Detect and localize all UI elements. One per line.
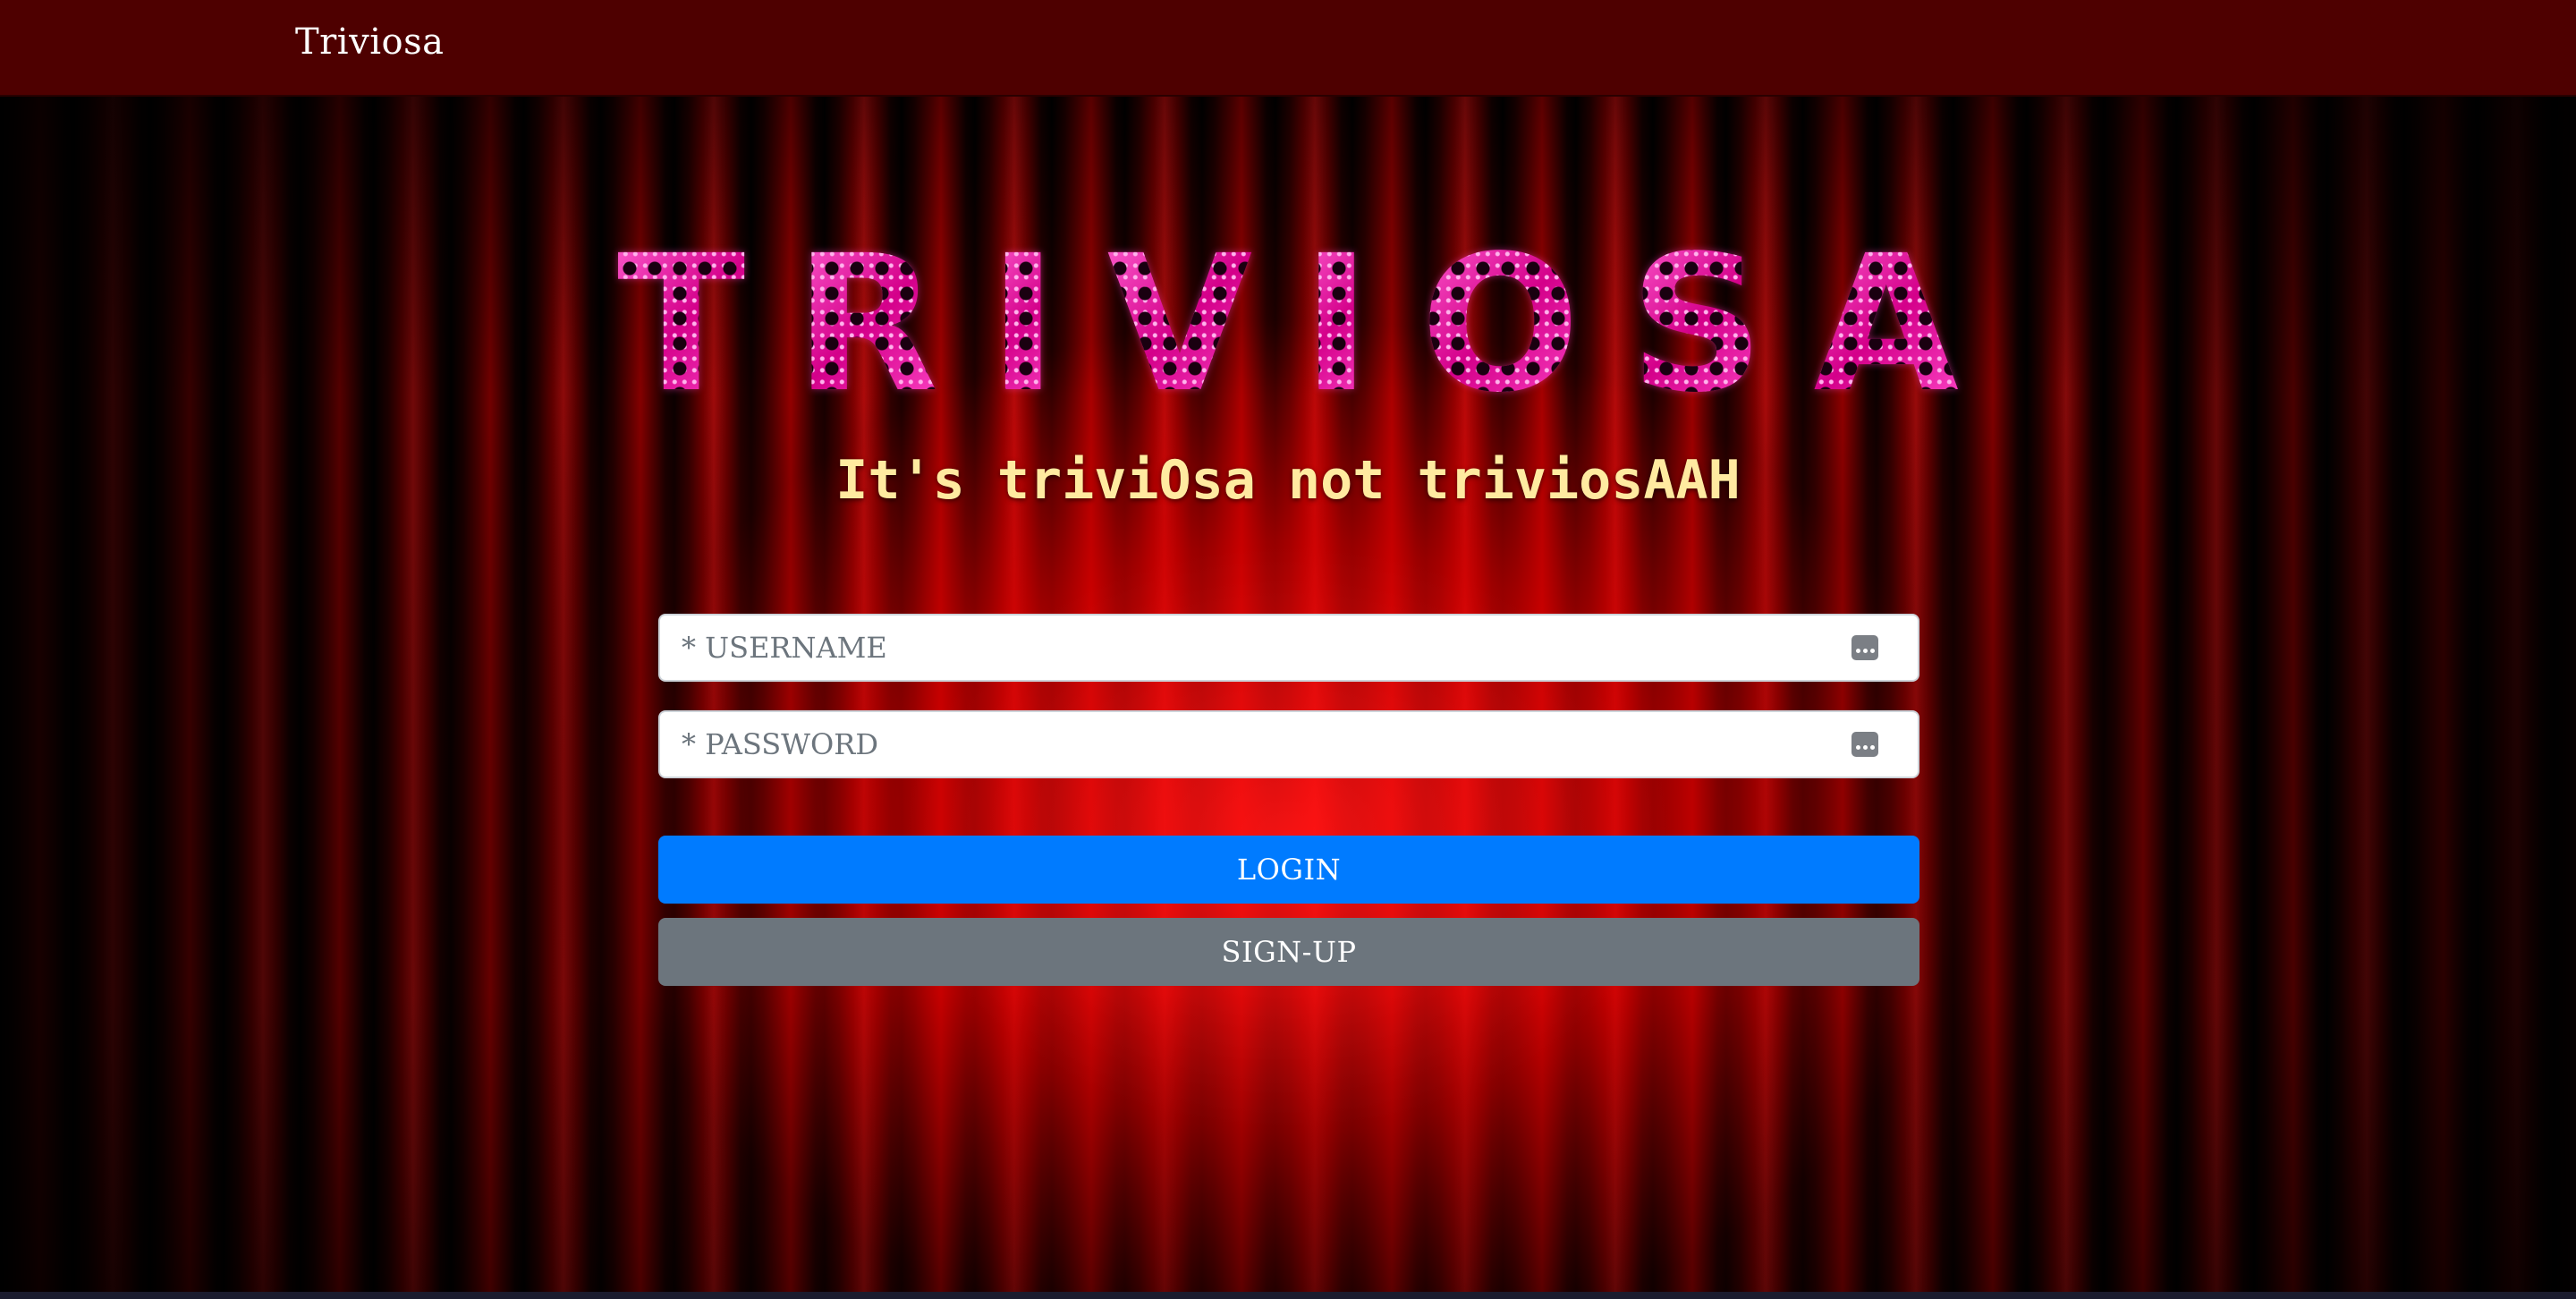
logo-letter: I: [1301, 215, 1372, 434]
login-button[interactable]: LOGIN: [658, 836, 1919, 904]
logo-letter: S: [1629, 215, 1765, 434]
autofill-key-icon[interactable]: [1852, 635, 1878, 660]
top-navbar: Triviosa: [0, 0, 2576, 97]
marquee-logo: T R I V I O S A: [617, 231, 1959, 419]
logo-letter: T: [617, 215, 746, 434]
logo-letter: O: [1420, 215, 1580, 434]
password-field: [658, 710, 1919, 778]
logo-letter: R: [794, 215, 939, 434]
password-input[interactable]: [660, 712, 1918, 777]
logo-letter: V: [1106, 215, 1253, 434]
page-bottom-edge: [0, 1292, 2576, 1299]
form-spacer: [658, 807, 1919, 836]
autofill-key-icon[interactable]: [1852, 732, 1878, 757]
username-field: [658, 614, 1919, 682]
username-input[interactable]: [660, 616, 1918, 680]
logo-letter: I: [987, 215, 1058, 434]
tagline: It's triviOsa not triviosAAH: [835, 449, 1741, 512]
signup-button[interactable]: SIGN-UP: [658, 918, 1919, 986]
brand-link[interactable]: Triviosa: [295, 21, 444, 63]
login-form: LOGIN SIGN-UP: [658, 614, 1919, 986]
logo-letter: A: [1813, 215, 1959, 434]
